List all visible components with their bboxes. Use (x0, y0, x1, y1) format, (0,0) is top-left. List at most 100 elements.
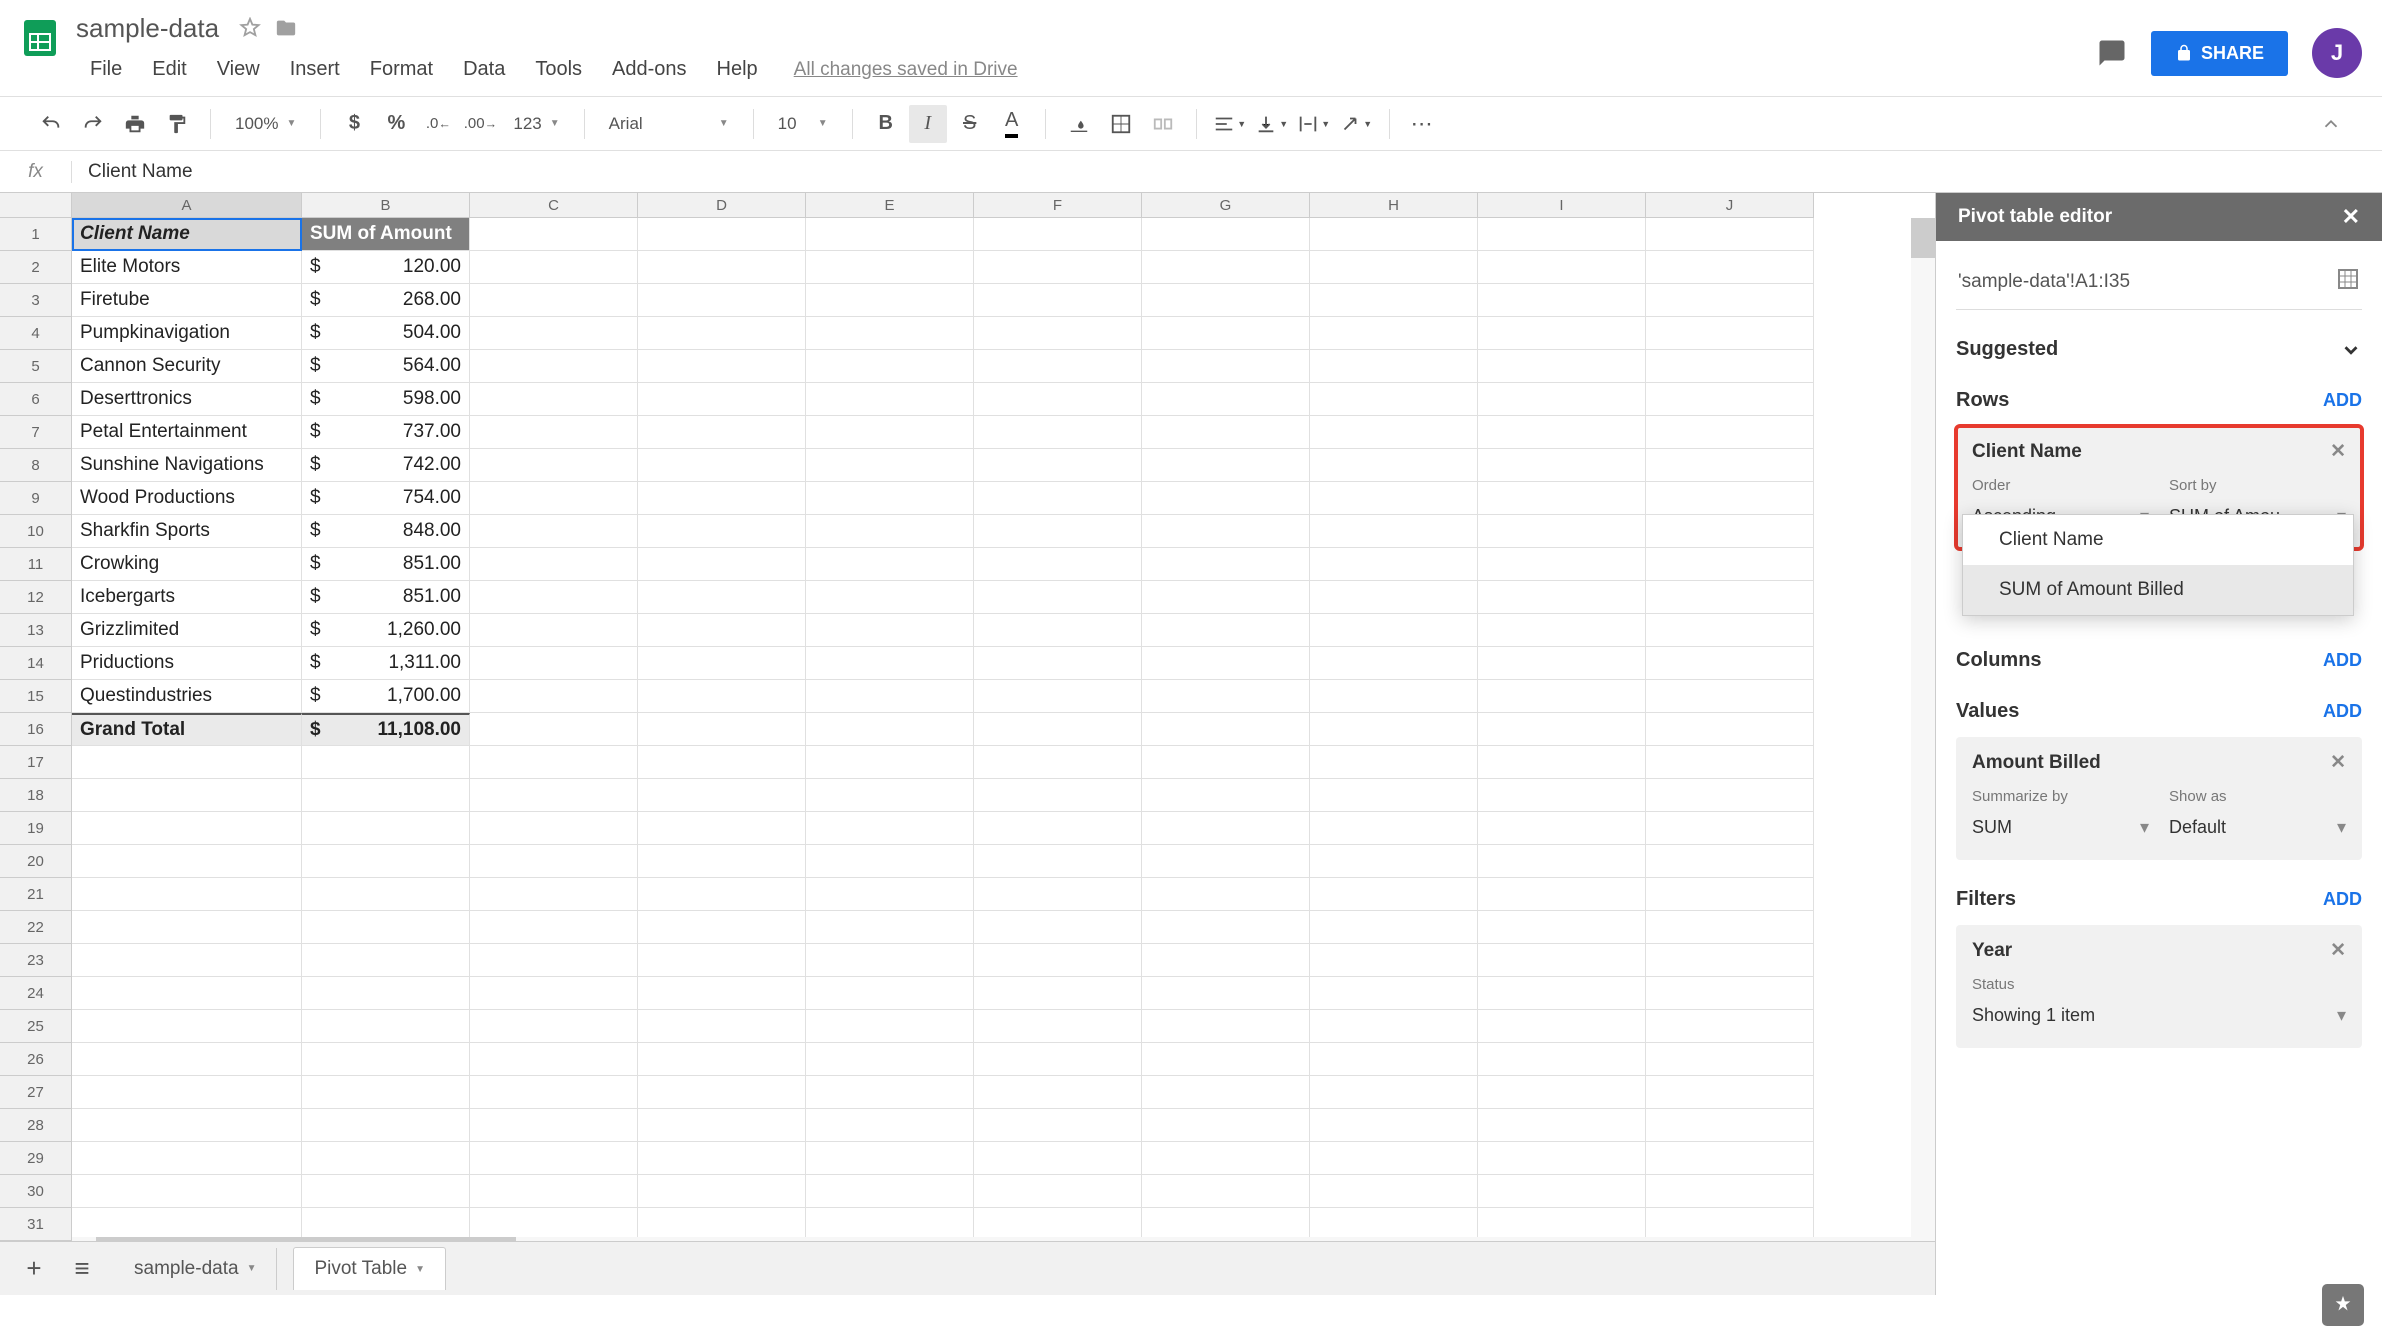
cell[interactable] (1142, 482, 1310, 515)
cell[interactable] (806, 680, 974, 713)
cell[interactable]: $11,108.00 (302, 713, 470, 746)
sheet-tab-sample-data[interactable]: sample-data▼ (114, 1248, 277, 1290)
row-header-31[interactable]: 31 (0, 1208, 71, 1241)
cell[interactable] (1310, 911, 1478, 944)
cell[interactable] (1478, 713, 1646, 746)
cell[interactable] (72, 1109, 302, 1142)
cell[interactable] (1478, 218, 1646, 251)
cell[interactable] (974, 1010, 1142, 1043)
cell[interactable] (1478, 680, 1646, 713)
cell[interactable] (1310, 746, 1478, 779)
cell[interactable] (638, 647, 806, 680)
cell[interactable] (1646, 383, 1814, 416)
cell[interactable] (806, 878, 974, 911)
cell[interactable] (1142, 713, 1310, 746)
cell[interactable] (1478, 1142, 1646, 1175)
cell[interactable] (302, 977, 470, 1010)
cell[interactable] (1310, 779, 1478, 812)
range-text[interactable]: 'sample-data'!A1:I35 (1958, 271, 2130, 293)
row-header-2[interactable]: 2 (0, 251, 71, 284)
cell[interactable] (1646, 746, 1814, 779)
cell[interactable] (470, 746, 638, 779)
cell[interactable] (1310, 1175, 1478, 1208)
font-select[interactable]: Arial▼ (599, 114, 739, 134)
cell[interactable] (638, 812, 806, 845)
cell[interactable] (1142, 647, 1310, 680)
cell[interactable] (470, 581, 638, 614)
cell[interactable] (638, 944, 806, 977)
redo-button[interactable] (74, 105, 112, 143)
cell[interactable] (470, 977, 638, 1010)
cell[interactable] (974, 1142, 1142, 1175)
suggested-section[interactable]: Suggested (1956, 338, 2362, 361)
row-header-19[interactable]: 19 (0, 812, 71, 845)
cell[interactable] (1310, 845, 1478, 878)
cell[interactable] (302, 845, 470, 878)
cell[interactable]: Elite Motors (72, 251, 302, 284)
cell[interactable] (638, 515, 806, 548)
cell[interactable] (1142, 383, 1310, 416)
cell[interactable] (1478, 977, 1646, 1010)
cell[interactable] (72, 1142, 302, 1175)
cell[interactable] (1142, 911, 1310, 944)
row-header-11[interactable]: 11 (0, 548, 71, 581)
cell[interactable] (302, 944, 470, 977)
cell[interactable] (806, 449, 974, 482)
cell[interactable] (302, 1175, 470, 1208)
cell[interactable] (1478, 746, 1646, 779)
cell[interactable] (638, 251, 806, 284)
font-size-select[interactable]: 10▼ (768, 114, 838, 134)
cell[interactable] (1142, 812, 1310, 845)
paint-format-button[interactable] (158, 105, 196, 143)
row-header-27[interactable]: 27 (0, 1076, 71, 1109)
vertical-scrollbar[interactable] (1911, 218, 1935, 1295)
cell[interactable] (1142, 614, 1310, 647)
cell[interactable] (470, 845, 638, 878)
cell[interactable] (638, 1175, 806, 1208)
cell[interactable] (302, 1109, 470, 1142)
cell[interactable] (470, 614, 638, 647)
cell[interactable] (974, 1076, 1142, 1109)
cell[interactable] (1310, 1109, 1478, 1142)
cell[interactable] (1646, 977, 1814, 1010)
cell[interactable]: Client Name (72, 218, 302, 251)
cell[interactable] (1142, 548, 1310, 581)
cell[interactable] (470, 1010, 638, 1043)
row-header-8[interactable]: 8 (0, 449, 71, 482)
halign-button[interactable]: ▼ (1211, 105, 1249, 143)
cell[interactable]: $848.00 (302, 515, 470, 548)
cell[interactable] (806, 482, 974, 515)
cell[interactable] (1310, 449, 1478, 482)
all-sheets-button[interactable]: ≡ (66, 1253, 98, 1284)
cell[interactable] (806, 515, 974, 548)
more-formats-select[interactable]: 123▼ (503, 114, 569, 134)
cell[interactable] (1142, 1043, 1310, 1076)
menu-format[interactable]: Format (356, 54, 447, 85)
cell[interactable] (806, 581, 974, 614)
menu-data[interactable]: Data (449, 54, 519, 85)
cell[interactable] (638, 845, 806, 878)
row-header-24[interactable]: 24 (0, 977, 71, 1010)
cell[interactable] (974, 1043, 1142, 1076)
cell[interactable] (1310, 1010, 1478, 1043)
column-header-J[interactable]: J (1646, 193, 1814, 217)
cell[interactable] (806, 284, 974, 317)
cell[interactable] (1478, 1109, 1646, 1142)
save-status[interactable]: All changes saved in Drive (794, 59, 1018, 81)
row-header-12[interactable]: 12 (0, 581, 71, 614)
cell[interactable] (1478, 416, 1646, 449)
cell[interactable] (1646, 251, 1814, 284)
cell[interactable] (974, 944, 1142, 977)
cell[interactable] (470, 812, 638, 845)
cell[interactable] (72, 845, 302, 878)
cell[interactable] (974, 284, 1142, 317)
row-header-28[interactable]: 28 (0, 1109, 71, 1142)
cell[interactable] (1310, 713, 1478, 746)
cell[interactable] (806, 1010, 974, 1043)
cell[interactable]: Questindustries (72, 680, 302, 713)
cell[interactable] (1646, 581, 1814, 614)
formula-input[interactable]: Client Name (72, 161, 2382, 183)
cell[interactable] (806, 548, 974, 581)
cell[interactable] (974, 977, 1142, 1010)
column-header-H[interactable]: H (1310, 193, 1478, 217)
